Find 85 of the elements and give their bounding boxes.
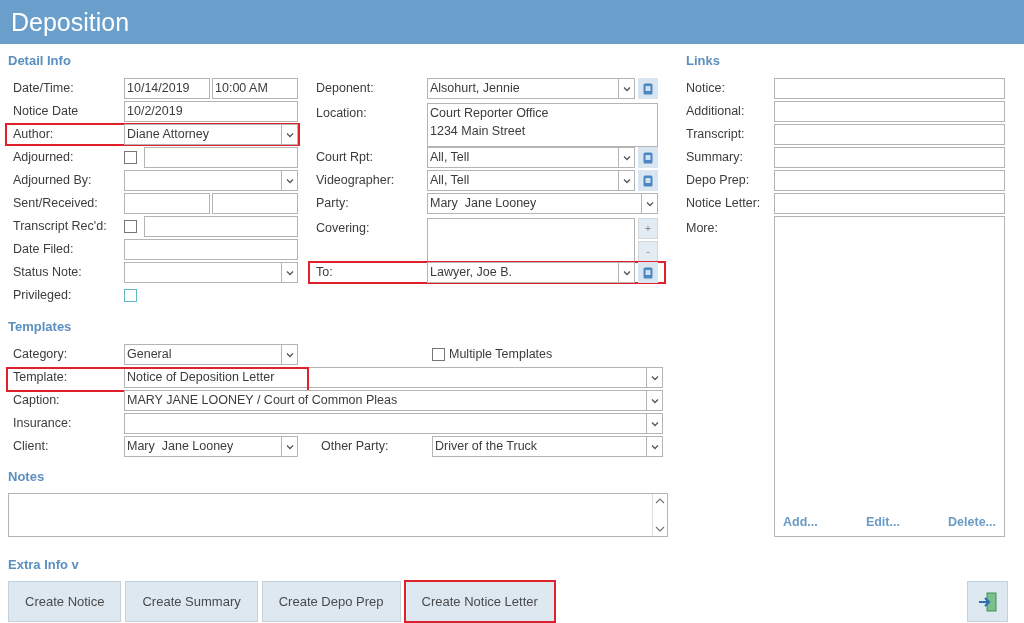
field-label: Notice Date: [13, 103, 80, 121]
field-label: Category:: [13, 346, 69, 364]
field-label: Date Filed:: [13, 241, 75, 259]
input-field[interactable]: [124, 239, 298, 260]
field-label: Date/Time:: [13, 80, 75, 98]
field-label: Caption:: [13, 392, 61, 410]
input-field[interactable]: 10/2/2019: [124, 101, 298, 122]
card-icon: [643, 151, 653, 164]
input-field[interactable]: [144, 216, 298, 237]
dropdown-field[interactable]: Driver of the Truck: [432, 436, 663, 457]
input-field[interactable]: 10:00 AM: [212, 78, 298, 99]
field-label: Covering:: [316, 220, 371, 237]
dropdown-field[interactable]: Notice of Deposition Letter: [124, 367, 663, 388]
dropdown-field[interactable]: General: [124, 344, 298, 365]
dropdown-field[interactable]: [124, 170, 298, 191]
dropdown-field[interactable]: Mary Jane Looney: [124, 436, 298, 457]
field-label: Client:: [13, 438, 50, 456]
dropdown-field[interactable]: Diane Attorney: [124, 124, 298, 145]
action-button[interactable]: Create Summary: [125, 581, 258, 622]
section-heading: Templates: [7, 318, 73, 335]
field-label: Adjourned:: [13, 149, 75, 167]
window-title: Deposition: [0, 0, 1024, 44]
input-field[interactable]: [774, 193, 1005, 214]
field-label: Party:: [316, 195, 350, 213]
list-field[interactable]: [427, 218, 635, 262]
input-field[interactable]: [774, 147, 1005, 168]
dropdown-field[interactable]: MARY JANE LOONEY / Court of Common Pleas: [124, 390, 663, 411]
action-button[interactable]: Create Notice: [8, 581, 122, 622]
field-label: Transcript Rec'd:: [13, 218, 108, 236]
card-icon: [643, 266, 653, 279]
field-label: Depo Prep:: [686, 172, 751, 190]
checkbox[interactable]: [124, 289, 137, 302]
field-label: Other Party:: [321, 438, 390, 456]
input-field[interactable]: [774, 78, 1005, 99]
exit-icon: [976, 590, 999, 613]
section-heading: Detail Info: [7, 52, 72, 69]
field-label: Author:: [13, 126, 55, 144]
field-label: Deponent:: [316, 80, 375, 98]
field-label: Summary:: [686, 149, 744, 167]
action-button[interactable]: Create Depo Prep: [261, 581, 401, 622]
input-field[interactable]: [212, 193, 298, 214]
section-heading: Links: [685, 52, 721, 69]
card-icon: [643, 174, 653, 187]
input-field[interactable]: [144, 147, 298, 168]
input-field[interactable]: [774, 101, 1005, 122]
input-field[interactable]: 10/14/2019: [124, 78, 210, 99]
dropdown-field[interactable]: All, Tell: [427, 170, 635, 191]
field-label: Court Rpt:: [316, 149, 374, 167]
address-field[interactable]: Court Reporter Office 1234 Main Street: [427, 103, 658, 147]
field-label: Additional:: [686, 103, 746, 121]
dropdown-field[interactable]: Mary Jane Looney: [427, 193, 658, 214]
checkbox[interactable]: [432, 348, 445, 361]
field-label: Videographer:: [316, 172, 396, 190]
field-label: Privileged:: [13, 287, 73, 305]
dropdown-field[interactable]: Alsohurt, Jennie: [427, 78, 635, 99]
field-label: Notice Letter:: [686, 195, 762, 213]
lookup-button[interactable]: [638, 170, 658, 191]
dropdown-field[interactable]: All, Tell: [427, 147, 635, 168]
input-field[interactable]: [774, 170, 1005, 191]
field-label: Location:: [316, 105, 368, 122]
field-label: More:: [686, 220, 719, 237]
lookup-button[interactable]: [638, 147, 658, 168]
lookup-button[interactable]: [638, 262, 658, 283]
lookup-button[interactable]: [638, 78, 658, 99]
field-label: Template:: [13, 369, 69, 387]
checkbox[interactable]: [124, 151, 137, 164]
dropdown-field[interactable]: [124, 413, 663, 434]
field-label: Status Note:: [13, 264, 83, 282]
section-heading: Notes: [7, 468, 46, 485]
field-label: Transcript:: [686, 126, 746, 144]
input-field[interactable]: [124, 193, 210, 214]
field-label: Sent/Received:: [13, 195, 99, 213]
card-icon: [643, 82, 653, 95]
field-label: Notice:: [686, 80, 726, 98]
action-button[interactable]: Create Notice Letter: [404, 581, 555, 622]
dropdown-field[interactable]: [124, 262, 298, 283]
field-label: To:: [316, 264, 334, 282]
field-label: Adjourned By:: [13, 172, 93, 190]
field-label: Insurance:: [13, 415, 73, 433]
input-field[interactable]: [774, 124, 1005, 145]
exit-button[interactable]: [967, 581, 1008, 622]
dropdown-field[interactable]: Lawyer, Joe B.: [427, 262, 635, 283]
notes-field[interactable]: [8, 493, 668, 537]
checkbox-label: Multiple Templates: [449, 346, 553, 364]
checkbox[interactable]: [124, 220, 137, 233]
